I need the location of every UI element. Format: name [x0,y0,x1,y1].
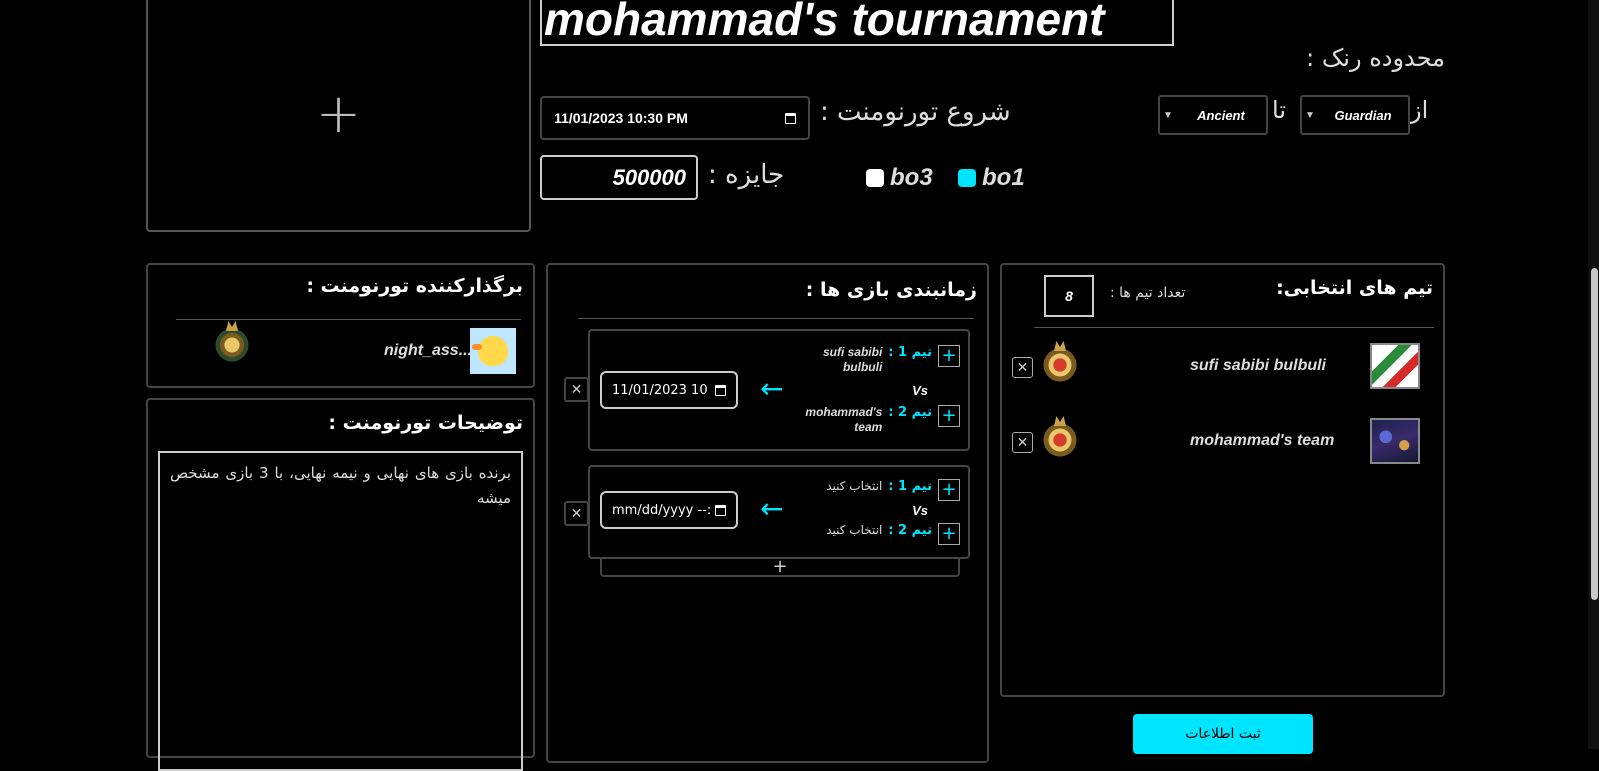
match-team2-slot: mohammad's team تیم 2 : + [804,405,960,435]
match-team1-slot: انتخاب کنید تیم 1 : + [822,479,960,501]
rank-from-label: از [1410,96,1429,124]
tournament-title: mohammad's tournament [544,0,1105,45]
add-match-button[interactable]: + [600,555,960,577]
arrow-left-icon: ← [760,372,784,405]
match-date-value: 11/01/2023 10 [612,382,708,398]
divider [176,319,521,320]
team-count-label: تعداد تیم ها : [1110,285,1186,301]
format-checkbox[interactable] [958,169,976,187]
prize-input[interactable]: 500000 [540,155,698,200]
rank-from-value: Guardian [1334,107,1392,123]
match-card: sufi sabibi bulbuli تیم 1 : + Vs mohamma… [588,329,970,451]
rank-from-select[interactable]: ▼ Guardian [1300,95,1410,135]
team1-name: sufi sabibi bulbuli [822,345,883,374]
vs-label: Vs [912,503,928,518]
start-date-label: شروع تورنومنت : [820,97,1011,127]
remove-team-button[interactable]: ✕ [1012,432,1033,453]
team-row: ✕ mohammad's team [1002,418,1443,478]
format-option-bo3[interactable]: bo3 [866,164,933,192]
rank-to-label: تا [1272,96,1286,124]
match-date-input[interactable]: 11/01/2023 10 [600,371,738,409]
prize-label: جایزه : [708,160,785,190]
match-date-input[interactable]: mm/dd/yyyy --: [600,491,738,529]
add-icon: + [772,555,788,577]
rank-to-value: Ancient [1197,107,1245,123]
start-date-value: 11/01/2023 10:30 PM [554,110,688,126]
rank-to-select[interactable]: ▼ Ancient [1158,95,1268,135]
scrollbar-thumb[interactable] [1591,268,1598,600]
remove-match-button[interactable]: ✕ [564,377,589,402]
duck-icon [472,336,508,366]
host-name: night_ass... [384,342,473,359]
calendar-icon[interactable] [785,112,796,124]
team1-name: انتخاب کنید [826,479,883,493]
team-row: ✕ sufi sabibi bulbuli [1002,343,1443,403]
host-rank-emblem-icon [212,327,252,367]
calendar-icon[interactable] [715,504,726,516]
vs-label: Vs [912,383,928,398]
team-logo [1370,343,1420,389]
format-checkbox[interactable] [866,169,884,187]
rank-range-label: محدوده رنک : [1306,44,1445,72]
teams-panel: تیم های انتخابی: تعداد تیم ها : 8 ✕ sufi… [1000,263,1445,697]
add-team2-button[interactable]: + [938,523,960,545]
team-rank-emblem-icon [1040,422,1080,462]
host-title: برگذارکننده تورنومنت : [306,275,523,297]
calendar-icon[interactable] [715,384,726,396]
add-team1-button[interactable]: + [938,345,960,367]
team-logo [1370,418,1420,464]
schedule-title: زمانبندی بازی ها : [805,279,977,301]
match-card: انتخاب کنید تیم 1 : + Vs انتخاب کنید تیم… [588,465,970,559]
chevron-down-icon: ▼ [1163,109,1173,121]
match-team2-slot: انتخاب کنید تیم 2 : + [822,523,960,545]
divider [1034,327,1434,328]
add-team1-button[interactable]: + [938,479,960,501]
chevron-down-icon: ▼ [1305,109,1315,121]
submit-button[interactable]: ثبت اطلاعات [1133,714,1313,754]
team2-tag: تیم 2 : [888,405,932,420]
format-label: bo3 [890,164,933,191]
host-avatar [470,328,516,374]
team1-tag: تیم 1 : [888,479,932,494]
description-title: توضیحات تورنومنت : [328,412,523,434]
match-date-value: mm/dd/yyyy --: [612,502,712,518]
team2-name: انتخاب کنید [826,523,883,537]
description-textarea[interactable]: برنده بازی های نهایی و نیمه نهایی، با 3 … [158,451,523,771]
prize-value: 500000 [612,164,686,190]
format-option-bo1[interactable]: bo1 [958,164,1025,192]
start-date-input[interactable]: 11/01/2023 10:30 PM [540,96,810,140]
team-name: sufi sabibi bulbuli [1190,357,1326,374]
divider [578,318,974,319]
schedule-panel: زمانبندی بازی ها : ✕ sufi sabibi bulbuli… [546,263,989,763]
tournament-title-input[interactable]: mohammad's tournament [540,0,1174,46]
description-panel: توضیحات تورنومنت : برنده بازی های نهایی … [146,398,535,771]
teams-title: تیم های انتخابی: [1276,277,1433,299]
team2-name: mohammad's team [805,405,883,434]
arrow-left-icon: ← [760,492,784,525]
team-name: mohammad's team [1190,432,1335,449]
team-rank-emblem-icon [1040,347,1080,387]
remove-team-button[interactable]: ✕ [1012,357,1033,378]
add-image-icon: + [315,82,362,145]
image-upload-box[interactable]: + [146,0,531,232]
format-label: bo1 [982,164,1025,191]
match-team1-slot: sufi sabibi bulbuli تیم 1 : + [804,345,960,375]
team2-tag: تیم 2 : [888,523,932,538]
remove-match-button[interactable]: ✕ [564,501,589,526]
team-count-value: 8 [1065,288,1073,304]
add-team2-button[interactable]: + [938,405,960,427]
team1-tag: تیم 1 : [888,345,932,360]
host-panel: برگذارکننده تورنومنت : night_ass... [146,263,535,388]
team-count-input[interactable]: 8 [1044,275,1094,317]
